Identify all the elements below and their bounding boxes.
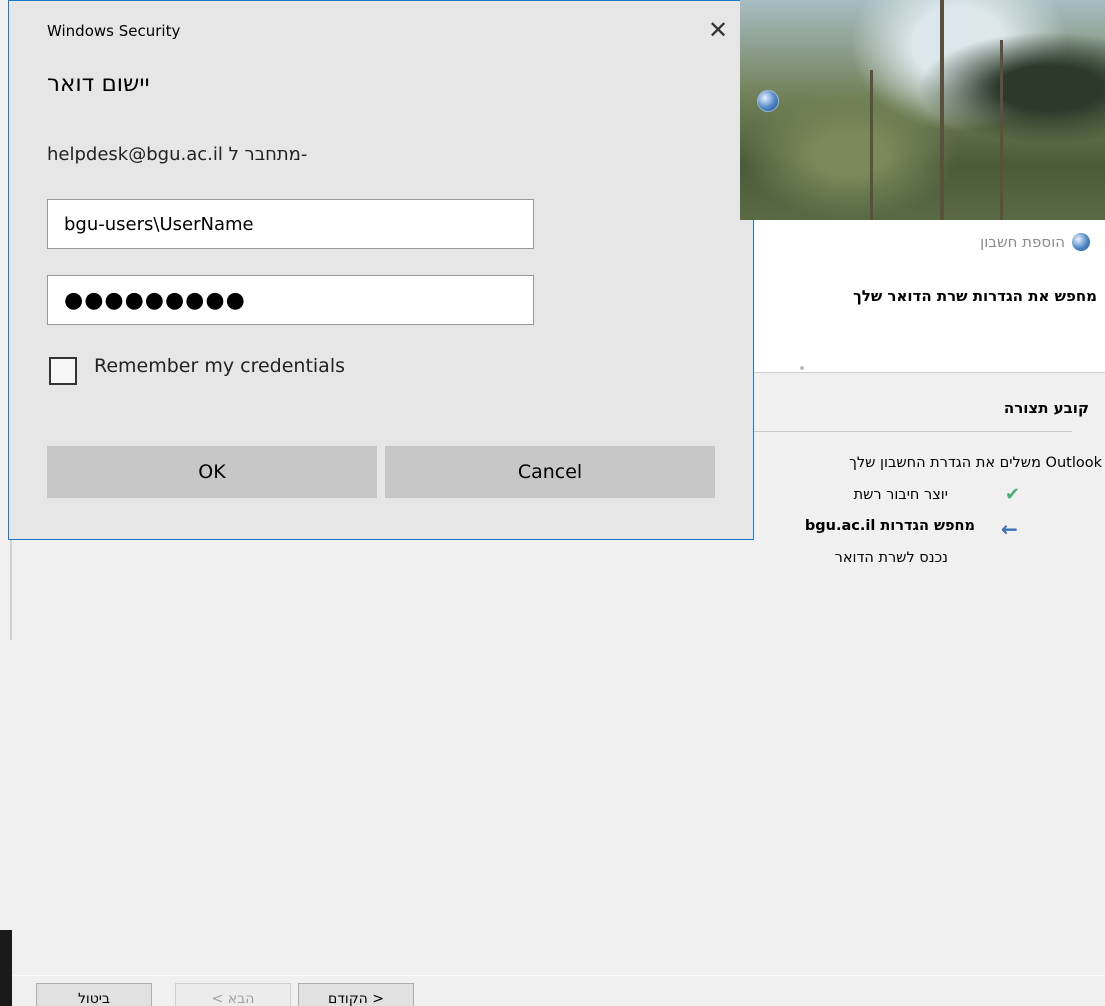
step-label: מחפש הגדרות bgu.ac.il (804, 518, 975, 534)
wizard-header-title: הוספת חשבון (980, 233, 1065, 251)
divider-dot (800, 366, 804, 370)
cancel-button[interactable]: Cancel (385, 446, 715, 498)
remember-checkbox[interactable] (49, 357, 77, 385)
banner-image (740, 0, 1105, 220)
globe-icon (1072, 233, 1090, 251)
password-field[interactable] (47, 275, 534, 325)
config-message: Outlook משלים את הגדרת החשבון שלך (849, 455, 1102, 471)
remember-label[interactable]: Remember my credentials (94, 355, 345, 377)
desktop-edge (0, 930, 12, 1006)
username-field[interactable] (47, 199, 534, 249)
close-icon[interactable]: ✕ (703, 15, 733, 45)
dialog-heading: יישום דואר (47, 71, 150, 97)
header-divider (740, 372, 1105, 373)
arrow-left-icon: ← (1001, 517, 1018, 541)
wizard-back-button[interactable]: < הקודם (298, 983, 414, 1006)
ok-button[interactable]: OK (47, 446, 377, 498)
config-rule (750, 431, 1072, 432)
connecting-to-text: helpdesk@bgu.ac.il מתחבר ל- (47, 144, 308, 165)
config-title: קובע תצורה (1003, 399, 1089, 417)
check-icon: ✔ (1005, 484, 1021, 505)
wizard-header-subtitle: מחפש את הגדרות שרת הדואר שלך (853, 287, 1097, 305)
step-label: יוצר חיבור רשת (853, 487, 948, 503)
wizard-next-button[interactable]: הבא > (175, 983, 291, 1006)
step-label: נכנס לשרת הדואר (834, 550, 948, 566)
windows-security-dialog: Windows Security ✕ יישום דואר helpdesk@b… (8, 0, 754, 540)
wizard-footer-line (12, 975, 1105, 976)
globe-icon (757, 90, 779, 112)
wizard-cancel-button[interactable]: ביטול (36, 983, 152, 1006)
dialog-window-title: Windows Security (47, 22, 181, 40)
